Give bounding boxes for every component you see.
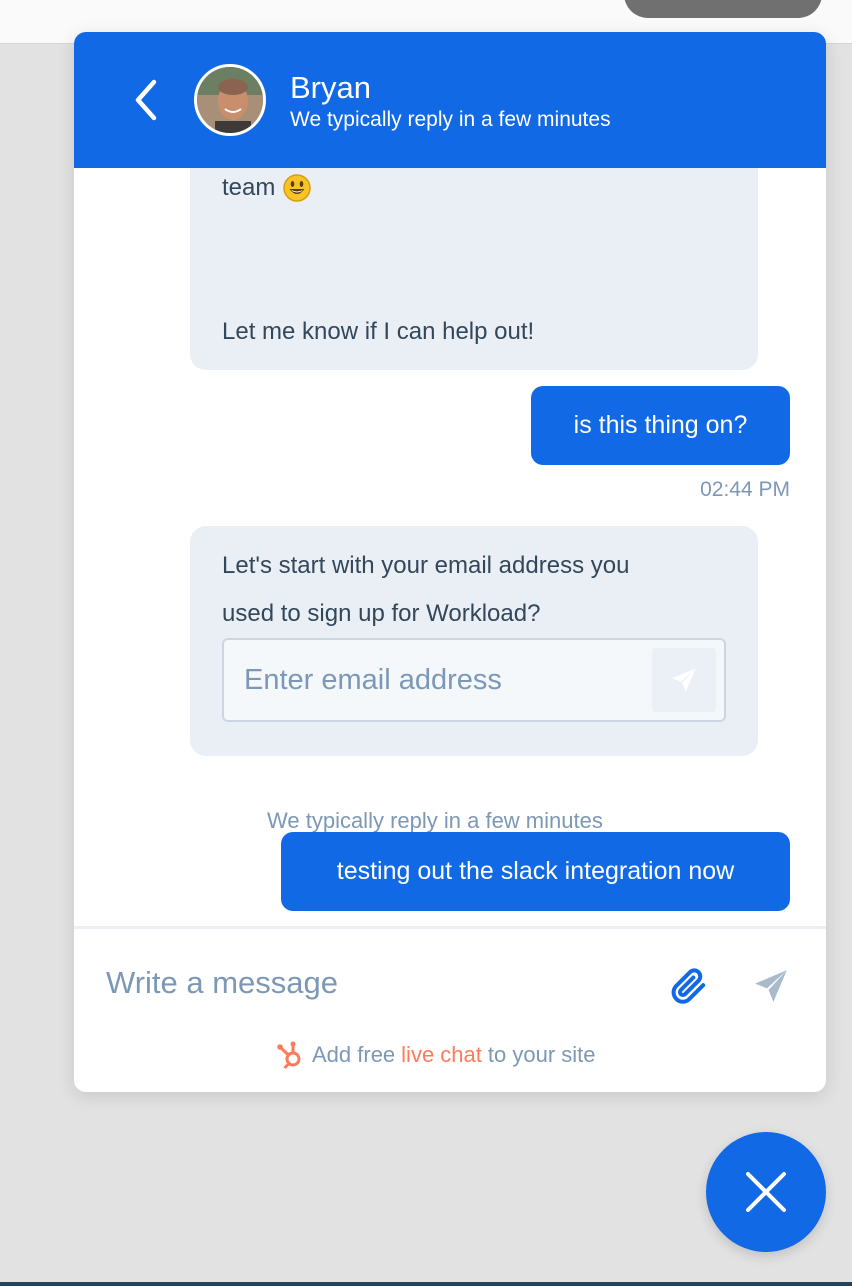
message-input[interactable] xyxy=(106,957,646,1009)
paperclip-icon xyxy=(671,968,706,1004)
email-prompt-line2: used to sign up for Workload? xyxy=(222,600,541,627)
welcome-text-line1: team xyxy=(222,174,276,201)
branding-accent: live chat xyxy=(401,1042,482,1067)
agent-avatar xyxy=(194,64,266,136)
hubspot-sprocket-icon xyxy=(276,1040,304,1070)
branding-link[interactable]: Add free live chat to your site xyxy=(276,1039,596,1071)
chat-header: Bryan We typically reply in a few minute… xyxy=(74,32,826,168)
message-thread: team Let me know if I can help out! is t… xyxy=(74,168,826,926)
message-composer: Add free live chat to your site xyxy=(74,926,826,1092)
agent-name: Bryan xyxy=(290,70,371,105)
user-message-bubble: is this thing on? xyxy=(531,386,790,465)
smiley-emoji xyxy=(283,174,312,202)
email-field[interactable] xyxy=(244,640,644,720)
user-message-bubble: testing out the slack integration now xyxy=(281,832,790,911)
email-prompt-bubble: Let's start with your email address you … xyxy=(190,526,758,756)
email-submit-button[interactable] xyxy=(652,648,716,712)
send-message-button[interactable] xyxy=(748,963,794,1009)
branding-prefix: Add free xyxy=(312,1042,396,1067)
chat-widget: Bryan We typically reply in a few minute… xyxy=(74,32,826,1092)
reply-time-note: We typically reply in a few minutes xyxy=(267,808,603,833)
chevron-left-icon xyxy=(135,79,157,121)
paper-plane-icon xyxy=(672,668,696,692)
paper-plane-icon xyxy=(755,970,787,1002)
email-prompt-line1: Let's start with your email address you xyxy=(222,552,630,579)
page-bottom-border xyxy=(0,1282,852,1286)
message-timestamp: 02:44 PM xyxy=(700,478,790,501)
welcome-text-line2: Let me know if I can help out! xyxy=(222,318,535,345)
welcome-message-bubble: team Let me know if I can help out! xyxy=(190,168,758,370)
agent-status: We typically reply in a few minutes xyxy=(290,108,611,131)
attach-file-button[interactable] xyxy=(666,963,712,1009)
email-field-container xyxy=(222,638,726,722)
branding-suffix: to your site xyxy=(487,1042,596,1067)
top-pill-button[interactable] xyxy=(624,0,822,18)
close-chat-button[interactable] xyxy=(706,1132,826,1252)
back-button[interactable] xyxy=(126,76,166,124)
close-icon xyxy=(746,1172,786,1212)
